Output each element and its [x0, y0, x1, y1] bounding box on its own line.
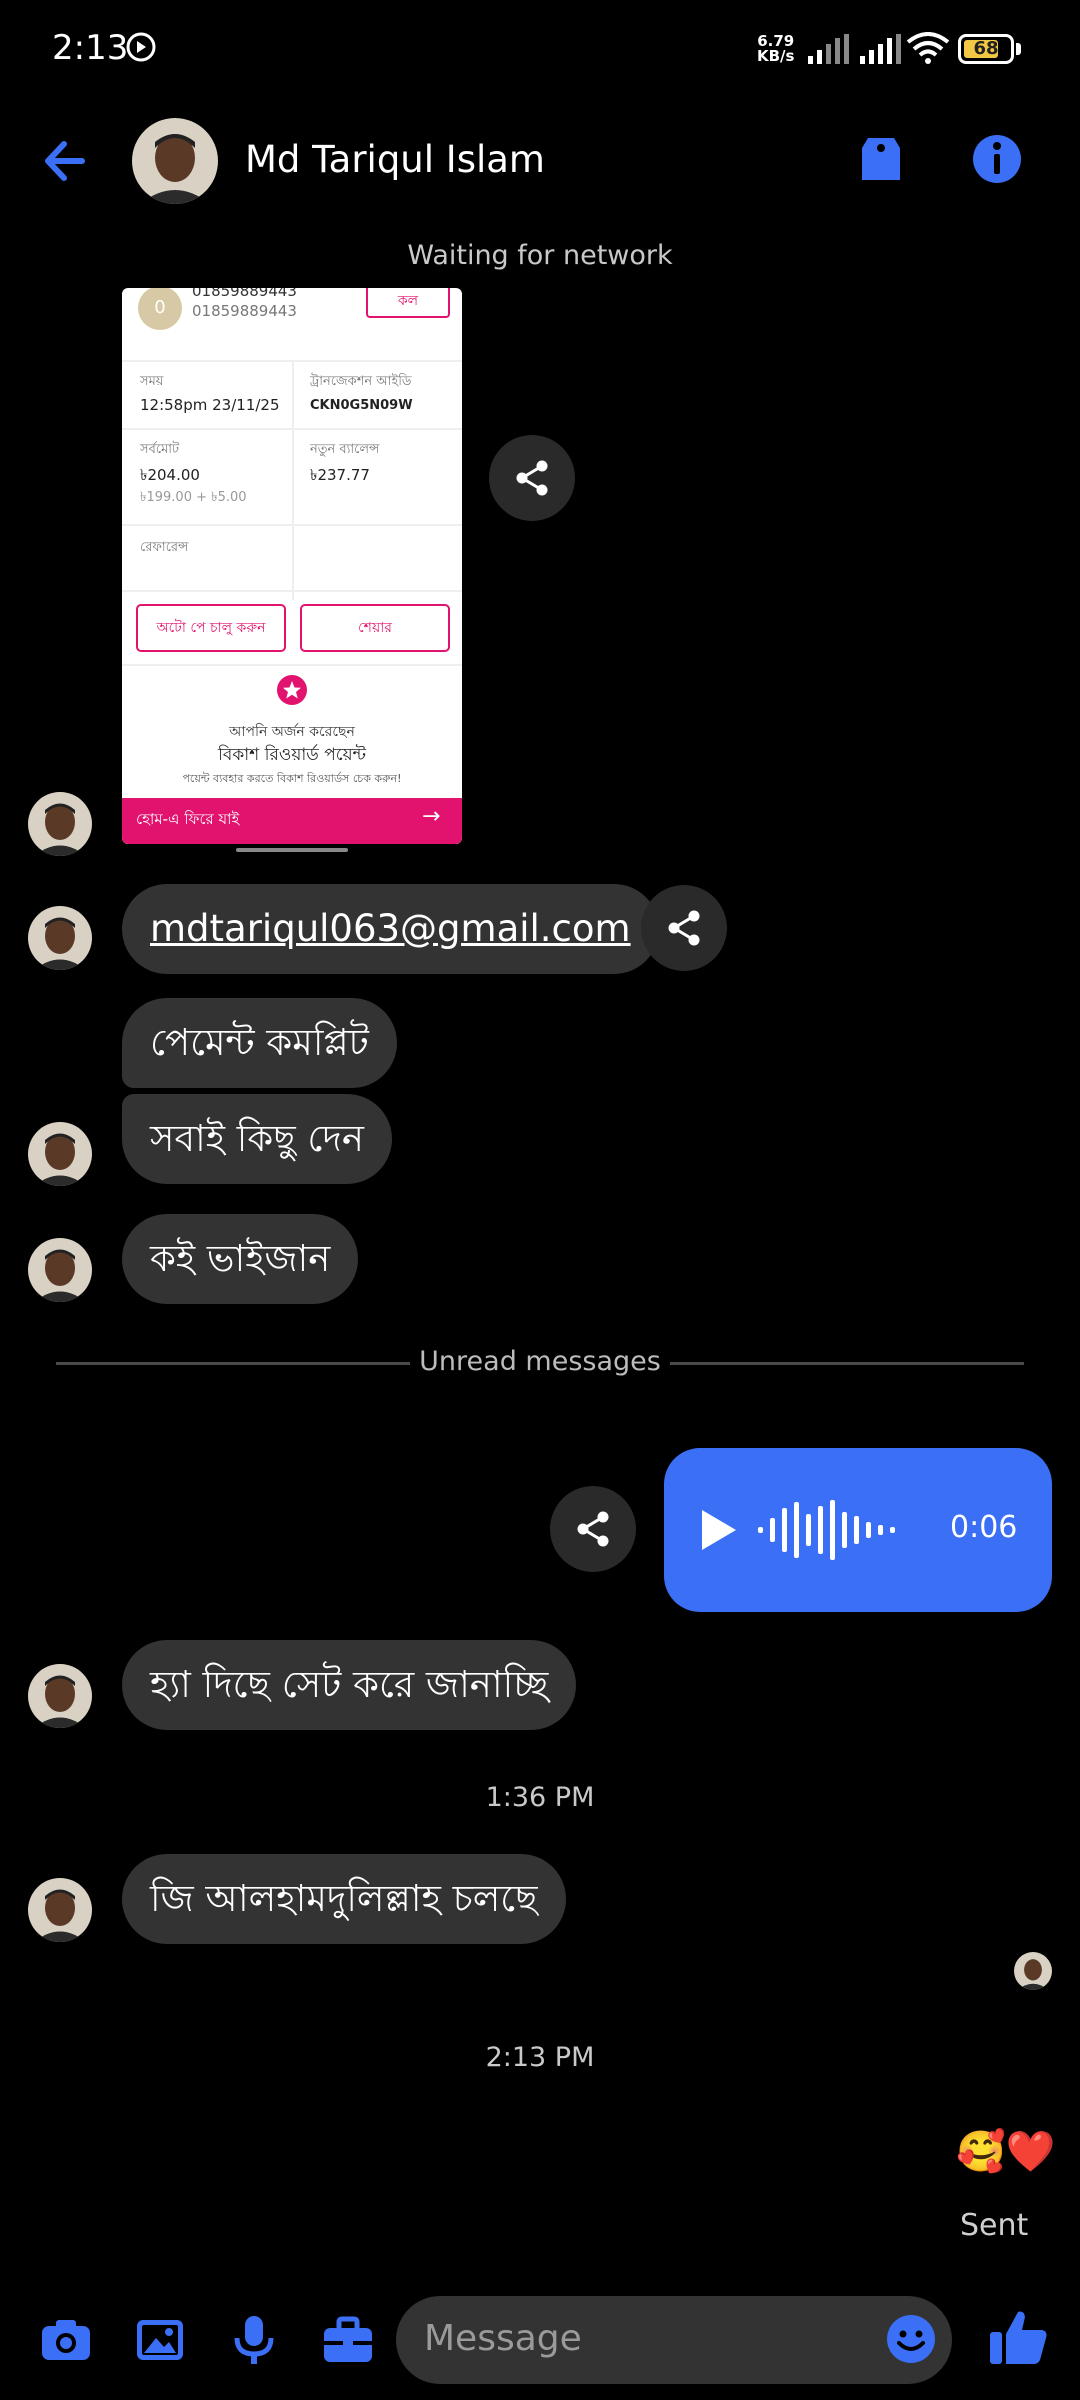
- play-icon[interactable]: [698, 1508, 740, 1552]
- receipt-balance-label: নতুন ব্যালেন্স: [310, 442, 380, 457]
- microphone-icon[interactable]: [226, 2312, 282, 2368]
- emoji-icon[interactable]: [884, 2312, 938, 2366]
- signal-icon: [860, 34, 901, 64]
- receipt-total: ৳204.00: [140, 466, 200, 484]
- receipt-reward-sub: পয়েন্ট ব্যবহার করতে বিকাশ রিওয়ার্ডস চে…: [182, 772, 402, 785]
- message-bubble[interactable]: হ্যা দিছে সেট করে জানাচ্ছি: [122, 1640, 577, 1730]
- message-bubble[interactable]: কই ভাইজান: [122, 1214, 359, 1304]
- message-bubble[interactable]: পেমেন্ট কমপ্লিট: [122, 998, 397, 1088]
- battery-icon: 68: [958, 34, 1014, 64]
- waveform-icon[interactable]: [756, 1498, 896, 1562]
- share-icon: [577, 1511, 609, 1547]
- info-icon[interactable]: [966, 128, 1028, 190]
- receipt-call-button: কল: [366, 288, 450, 318]
- read-receipt-avatar: [1014, 1952, 1052, 1990]
- tag-icon[interactable]: [850, 128, 912, 190]
- battery-tip: [1016, 43, 1021, 55]
- email-link[interactable]: mdtariqul063@gmail.com: [150, 907, 631, 950]
- network-speed: 6.79 KB/s: [757, 32, 795, 65]
- receipt-trx-id: CKN0G5N09W: [310, 398, 413, 413]
- signal-icon: [808, 34, 849, 64]
- receipt-image[interactable]: 0 01859889443 01859889443 কল সময় 12:58p…: [122, 288, 462, 844]
- sender-avatar[interactable]: [28, 1878, 92, 1942]
- receipt-trx-label: ট্রানজেকশন আইডি: [310, 374, 412, 389]
- contact-name[interactable]: Md Tariqul Islam: [245, 138, 545, 181]
- divider-line: [670, 1362, 1024, 1365]
- image-scroll-indicator: [236, 848, 348, 852]
- sender-avatar[interactable]: [28, 1664, 92, 1728]
- message-placeholder: Message: [424, 2318, 582, 2359]
- share-button[interactable]: [641, 885, 727, 971]
- sender-avatar[interactable]: [28, 792, 92, 856]
- receipt-autopay-button: অটো পে চালু করুন: [136, 604, 286, 652]
- receipt-time-label: সময়: [140, 374, 164, 389]
- share-icon: [668, 910, 700, 946]
- share-button[interactable]: [489, 435, 575, 521]
- back-arrow-icon[interactable]: [36, 126, 96, 196]
- receipt-share-button: শেয়ার: [300, 604, 450, 652]
- receipt-phone-sub: 01859889443: [192, 302, 297, 320]
- share-button[interactable]: [550, 1486, 636, 1572]
- timestamp: 1:36 PM: [485, 1782, 595, 1813]
- contact-avatar[interactable]: [132, 118, 218, 204]
- sender-avatar[interactable]: [28, 906, 92, 970]
- message-bubble[interactable]: সবাই কিছু দেন: [122, 1094, 392, 1184]
- briefcase-icon[interactable]: [320, 2312, 376, 2368]
- sync-icon: [126, 32, 156, 62]
- thumbs-up-icon[interactable]: [986, 2304, 1052, 2370]
- message-bubble[interactable]: জি আলহামদুলিল্লাহ চলছে: [122, 1854, 566, 1944]
- camera-icon[interactable]: [38, 2312, 94, 2368]
- emoji-message[interactable]: 🥰❤️: [956, 2128, 1056, 2175]
- gallery-icon[interactable]: [132, 2312, 188, 2368]
- share-icon: [516, 460, 548, 496]
- sender-avatar[interactable]: [28, 1122, 92, 1186]
- network-status: Waiting for network: [407, 240, 673, 271]
- receipt-total-label: সর্বমোট: [140, 442, 180, 457]
- receipt-reference-label: রেফারেন্স: [140, 540, 189, 555]
- status-bar: 2:13 6.79 KB/s 68: [0, 0, 1080, 100]
- timestamp: 2:13 PM: [485, 2042, 595, 2073]
- receipt-reward: বিকাশ রিওয়ার্ড পয়েন্ট: [218, 745, 366, 765]
- receipt-time: 12:58pm 23/11/25: [140, 396, 280, 414]
- receipt-breakdown: ৳199.00 + ৳5.00: [140, 490, 247, 505]
- arrow-right-icon: →: [422, 804, 441, 829]
- wifi-icon: [906, 32, 950, 64]
- sender-avatar[interactable]: [28, 1238, 92, 1302]
- receipt-earned: আপনি অর্জন করেছেন: [229, 724, 355, 740]
- receipt-home-text: হোম-এ ফিরে যাই: [136, 810, 240, 828]
- star-icon: [277, 675, 307, 705]
- receipt-avatar: 0: [138, 288, 182, 330]
- message-bubble[interactable]: mdtariqul063@gmail.com: [122, 884, 659, 974]
- voice-duration: 0:06: [950, 1510, 1018, 1545]
- status-time: 2:13: [52, 28, 129, 68]
- receipt-phone: 01859889443: [192, 288, 297, 300]
- receipt-balance: ৳237.77: [310, 466, 370, 484]
- sent-status: Sent: [960, 2208, 1029, 2243]
